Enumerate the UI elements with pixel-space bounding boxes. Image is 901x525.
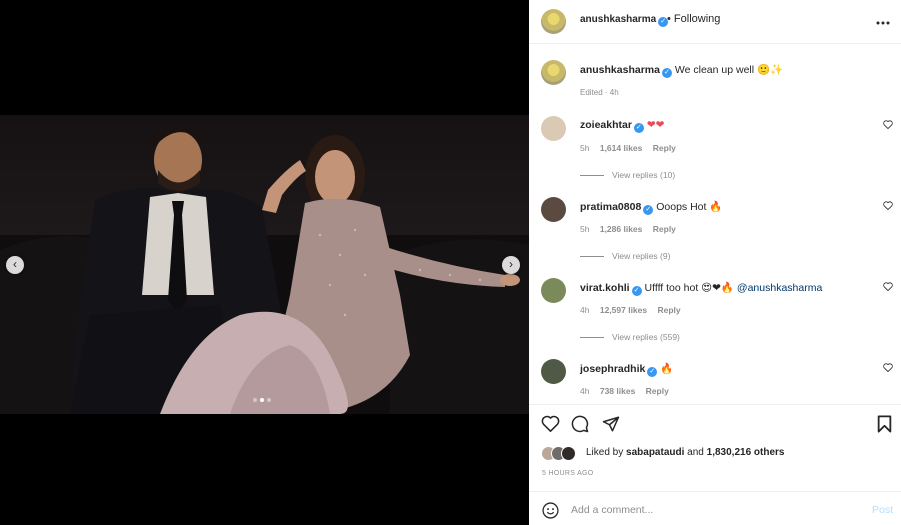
comment-avatar[interactable] bbox=[541, 278, 566, 303]
separator-dot: • bbox=[667, 13, 671, 25]
post-timestamp[interactable]: 5 HOURS AGO bbox=[542, 470, 594, 477]
comment-meta: 4h 12,597 likes Reply bbox=[580, 305, 689, 315]
comment-body: pratima0808 ✓ Ooops Hot 🔥 bbox=[580, 200, 722, 215]
author-username-text[interactable]: anushkasharma bbox=[580, 14, 656, 25]
reply-button[interactable]: Reply bbox=[653, 143, 676, 153]
verified-icon: ✓ bbox=[643, 205, 654, 215]
carousel-dot bbox=[267, 398, 271, 402]
comment-body: zoieakhtar ✓ ❤❤ bbox=[580, 119, 664, 133]
comment-item: pratima0808 ✓ Ooops Hot 🔥 5h 1,286 likes … bbox=[529, 197, 901, 278]
follow-status[interactable]: • Following bbox=[667, 13, 720, 25]
carousel-prev-button[interactable]: ‹ bbox=[6, 256, 24, 274]
like-icon[interactable] bbox=[541, 415, 560, 435]
caption-meta: Edited · 4h bbox=[580, 88, 619, 97]
comment-username[interactable]: virat.kohli bbox=[580, 282, 630, 294]
comment-like-icon[interactable] bbox=[883, 282, 893, 294]
photo-illustration bbox=[0, 126, 529, 414]
add-comment-bar: Post bbox=[529, 491, 901, 525]
comment-avatar[interactable] bbox=[541, 116, 566, 141]
likes-and: and bbox=[687, 447, 704, 458]
more-horizontal-icon[interactable] bbox=[876, 12, 890, 28]
reply-button[interactable]: Reply bbox=[653, 224, 676, 234]
comment-item: josephradhik ✓ 🔥 4h 738 likes Reply bbox=[529, 359, 901, 404]
reply-button[interactable]: Reply bbox=[657, 305, 680, 315]
share-icon[interactable] bbox=[602, 415, 620, 436]
comment-meta: 5h 1,614 likes Reply bbox=[580, 143, 684, 153]
author-username[interactable]: anushkasharma ✓ bbox=[580, 14, 669, 27]
comment-emojis: 😍❤🔥 bbox=[701, 282, 734, 294]
following-label[interactable]: Following bbox=[674, 13, 720, 25]
comment-item: zoieakhtar ✓ ❤❤ 5h 1,614 likes Reply View… bbox=[529, 116, 901, 197]
likes-user-link[interactable]: sabapataudi bbox=[626, 447, 684, 458]
comment-like-icon[interactable] bbox=[883, 363, 893, 375]
bookmark-icon[interactable] bbox=[877, 415, 892, 436]
caption-emojis: 🙂✨ bbox=[757, 64, 784, 76]
comment-text: Uffff too hot bbox=[644, 282, 699, 294]
comment-time: 4h bbox=[580, 386, 590, 396]
comment-likes[interactable]: 1,286 likes bbox=[600, 224, 643, 234]
comment-time: 5h bbox=[580, 224, 590, 234]
post-side-panel: anushkasharma ✓ • Following anushkasharma… bbox=[529, 0, 901, 525]
caption-username[interactable]: anushkasharma bbox=[580, 64, 660, 76]
comment-input[interactable] bbox=[571, 501, 851, 519]
comment-emojis: 🔥 bbox=[660, 363, 674, 375]
verified-icon: ✓ bbox=[661, 68, 672, 78]
comment-username[interactable]: pratima0808 bbox=[580, 201, 641, 213]
view-replies-button[interactable]: View replies (10) bbox=[580, 170, 675, 180]
comment-avatar[interactable] bbox=[541, 359, 566, 384]
emoji-icon[interactable] bbox=[542, 502, 559, 519]
comment-mention-link[interactable]: @anushkasharma bbox=[737, 282, 822, 294]
avatar bbox=[561, 446, 576, 461]
post-media: ‹ › bbox=[0, 0, 529, 525]
action-bar bbox=[529, 404, 901, 444]
comment-emojis: 🔥 bbox=[709, 201, 723, 213]
comment-likes[interactable]: 12,597 likes bbox=[600, 305, 647, 315]
avatar[interactable] bbox=[541, 9, 566, 34]
carousel-dot-active bbox=[260, 398, 264, 402]
comment-like-icon[interactable] bbox=[883, 120, 893, 132]
carousel-dot bbox=[253, 398, 257, 402]
comment-username[interactable]: zoieakhtar bbox=[580, 119, 632, 131]
comment-time: 5h bbox=[580, 143, 590, 153]
post-comment-button[interactable]: Post bbox=[872, 504, 893, 516]
caption-text: We clean up well bbox=[674, 64, 755, 76]
comment-likes[interactable]: 738 likes bbox=[600, 386, 635, 396]
verified-icon: ✓ bbox=[647, 367, 658, 377]
likes-summary: Liked by sabapataudi and 1,830,216 other… bbox=[586, 447, 784, 458]
comment-text: Ooops Hot bbox=[656, 201, 707, 213]
comment-like-icon[interactable] bbox=[883, 201, 893, 213]
comment-emojis: ❤❤ bbox=[646, 119, 665, 131]
post-header: anushkasharma ✓ • Following bbox=[529, 0, 901, 44]
likes-others-link[interactable]: 1,830,216 others bbox=[707, 447, 785, 458]
view-replies-label[interactable]: View replies (10) bbox=[612, 170, 675, 180]
post-photo[interactable] bbox=[0, 115, 529, 414]
comment-body: virat.kohli ✓ Uffff too hot 😍❤🔥 @anushkas… bbox=[580, 281, 822, 296]
carousel-indicator bbox=[253, 398, 271, 402]
reply-button[interactable]: Reply bbox=[646, 386, 669, 396]
comment-time: 4h bbox=[580, 305, 590, 315]
view-replies-label[interactable]: View replies (559) bbox=[612, 332, 680, 342]
caption-avatar[interactable] bbox=[541, 60, 566, 85]
verified-icon: ✓ bbox=[631, 286, 642, 296]
comment-item: virat.kohli ✓ Uffff too hot 😍❤🔥 @anushkas… bbox=[529, 278, 901, 359]
comment-avatar[interactable] bbox=[541, 197, 566, 222]
verified-icon: ✓ bbox=[633, 123, 644, 133]
carousel-next-button[interactable]: › bbox=[502, 256, 520, 274]
comment-likes[interactable]: 1,614 likes bbox=[600, 143, 643, 153]
likes-prefix: Liked by bbox=[586, 447, 624, 458]
comment-body: josephradhik ✓ 🔥 bbox=[580, 362, 673, 377]
caption: anushkasharma ✓ We clean up well 🙂✨ bbox=[580, 63, 783, 78]
view-replies-label[interactable]: View replies (9) bbox=[612, 251, 670, 261]
comment-meta: 4h 738 likes Reply bbox=[580, 386, 677, 396]
view-replies-button[interactable]: View replies (559) bbox=[580, 332, 680, 342]
comment-meta: 5h 1,286 likes Reply bbox=[580, 224, 684, 234]
view-replies-button[interactable]: View replies (9) bbox=[580, 251, 670, 261]
comment-username[interactable]: josephradhik bbox=[580, 363, 645, 375]
comment-icon[interactable] bbox=[571, 415, 589, 436]
